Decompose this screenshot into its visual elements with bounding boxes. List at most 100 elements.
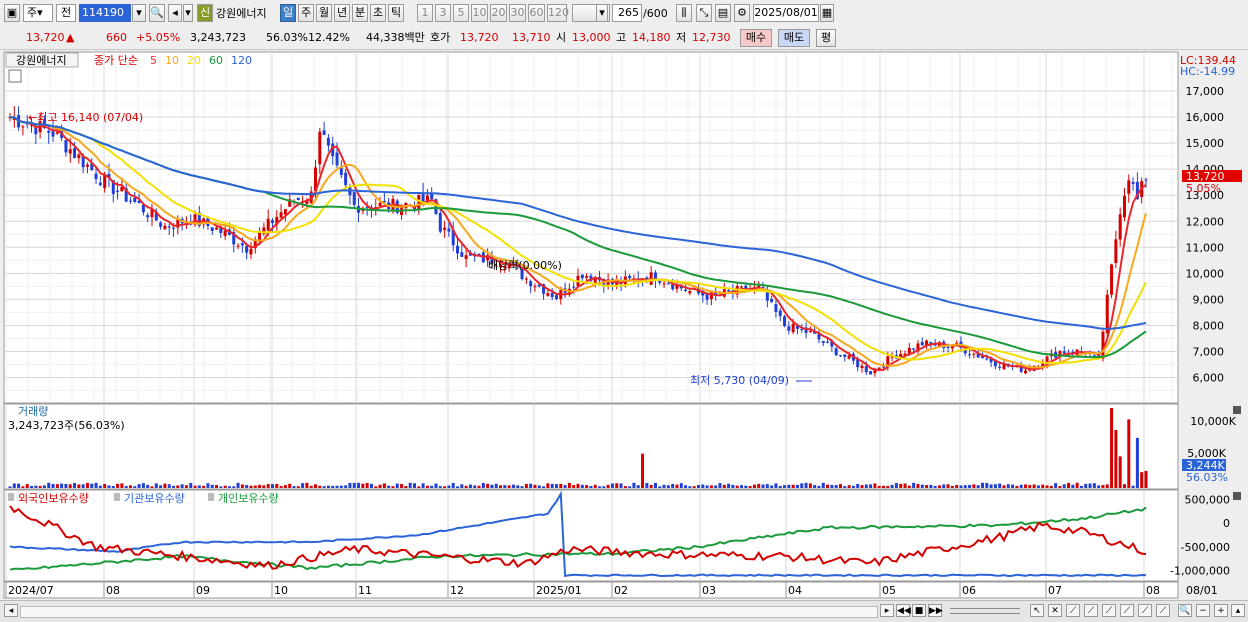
period-button-2[interactable]: 월	[316, 4, 332, 22]
tool-g-icon[interactable]: ⟋	[1156, 604, 1170, 617]
chart-type-icon[interactable]: ⫼	[676, 4, 692, 22]
scroll-left-icon[interactable]: ◂	[4, 604, 18, 617]
more-icon[interactable]: ▴	[1231, 604, 1245, 617]
interval-button-6[interactable]: 60	[528, 4, 545, 22]
blank-dropdown-icon[interactable]: ▾	[596, 4, 608, 22]
shin-badge[interactable]: 신	[197, 4, 213, 22]
gear-icon[interactable]: ⚙	[734, 4, 750, 22]
hoga-label: 호가	[430, 31, 451, 44]
interval-button-4[interactable]: 20	[490, 4, 507, 22]
sound-dropdown-icon[interactable]: ▾	[183, 4, 193, 22]
tool-c-icon[interactable]: ⟋	[1084, 604, 1098, 617]
volume-bar	[783, 485, 787, 488]
period-button-3[interactable]: 년	[334, 4, 350, 22]
volume-bar	[507, 485, 511, 488]
interval-button-1[interactable]: 3	[435, 4, 451, 22]
interval-button-3[interactable]: 10	[471, 4, 488, 22]
volume-bar	[1127, 419, 1131, 488]
open-price: 13,000	[572, 31, 611, 44]
volume-bar	[154, 483, 158, 488]
volume-bar	[567, 482, 571, 488]
volume-bar	[210, 484, 214, 488]
candle-body	[326, 137, 330, 146]
candle-body	[344, 172, 348, 186]
period-button-4[interactable]: 분	[352, 4, 368, 22]
scroll-right-icon[interactable]: ▸	[880, 604, 894, 617]
volume-bar	[843, 486, 847, 488]
sell-button[interactable]: 매도	[778, 29, 810, 47]
period-button-5[interactable]: 초	[370, 4, 386, 22]
calendar-icon[interactable]: ▦	[820, 4, 834, 22]
volume-axis-tick: 10,000K	[1190, 415, 1236, 428]
volume-bar	[800, 483, 804, 488]
date-input[interactable]: 2025/08/01	[753, 4, 819, 22]
code-dropdown-icon[interactable]: ▾	[132, 4, 146, 22]
candle-body	[1127, 180, 1131, 194]
interval-button-5[interactable]: 30	[509, 4, 526, 22]
volume-bar	[90, 483, 94, 488]
stock-code-input[interactable]: 114190	[79, 4, 131, 22]
cursor-icon[interactable]: ↖	[1030, 604, 1044, 617]
volume-bar	[662, 484, 666, 488]
buy-button[interactable]: 매수	[740, 29, 772, 47]
volume-bar	[903, 483, 907, 488]
volume-bar	[585, 485, 589, 488]
volume-value: 3,243,723	[190, 31, 246, 44]
candle-body	[778, 310, 782, 317]
volume-bar	[361, 483, 365, 488]
candle-body	[172, 227, 176, 229]
price-axis-tick: 15,000	[1186, 137, 1225, 150]
price-change-pct: +5.05%	[136, 31, 181, 44]
save-icon[interactable]: ▤	[715, 4, 731, 22]
volume-bar	[275, 483, 279, 488]
volume-bar	[60, 483, 64, 488]
volume-pane[interactable]	[3, 403, 1179, 490]
zoom-slider[interactable]	[950, 608, 1020, 614]
tool-f-icon[interactable]: ⟋	[1138, 604, 1152, 617]
period-select[interactable]: 주▾	[23, 4, 53, 22]
draw-tool-icon[interactable]: ⤡	[696, 4, 712, 22]
volume-bar	[576, 483, 580, 488]
scroll-track[interactable]	[20, 606, 878, 618]
volume-bar	[344, 485, 348, 488]
candle-body	[318, 131, 322, 165]
volume-bar	[610, 483, 614, 488]
volume-bar	[1049, 485, 1053, 488]
interval-button-2[interactable]: 5	[453, 4, 469, 22]
volume-bar	[826, 484, 830, 488]
tool-d-icon[interactable]: ⟋	[1102, 604, 1116, 617]
candle-body	[860, 365, 864, 368]
legend-ma-10: 10	[165, 54, 179, 67]
zoom-in-icon[interactable]: +	[1214, 604, 1228, 617]
volume-bar	[731, 484, 735, 488]
zoom-out-icon[interactable]: −	[1196, 604, 1210, 617]
period-button-6[interactable]: 틱	[388, 4, 404, 22]
sound-icon[interactable]: ◂	[168, 4, 182, 22]
stop-icon[interactable]: ■	[912, 604, 926, 617]
count-input[interactable]: 265	[612, 4, 642, 22]
search-icon[interactable]: 🔍	[149, 4, 165, 22]
eval-button[interactable]: 평	[816, 29, 836, 47]
volume-bar	[1006, 484, 1010, 488]
interval-button-7[interactable]: 120	[547, 4, 569, 22]
rewind-icon[interactable]: ◀◀	[896, 604, 911, 617]
period-button-1[interactable]: 주	[298, 4, 314, 22]
window-icon[interactable]: ▣	[4, 4, 20, 22]
forward-icon[interactable]: ▶▶	[928, 604, 943, 617]
chart-area[interactable]: 17,000 16,000 15,000 14,000 13,000 12,000 11,0…	[0, 50, 1248, 600]
candle-body	[774, 304, 778, 312]
tool-b-icon[interactable]: ⟋	[1066, 604, 1080, 617]
volume-bar	[524, 483, 528, 488]
price-pane[interactable]	[3, 51, 1179, 404]
interval-button-0[interactable]: 1	[417, 4, 433, 22]
candle-body	[628, 275, 632, 279]
stock-chart-svg[interactable]: 17,00016,00015,00014,00013,00012,00011,0…	[0, 50, 1248, 600]
volume-bar	[314, 484, 318, 488]
volume-bar	[748, 485, 752, 488]
zoom-icon[interactable]: 🔍	[1178, 604, 1192, 617]
volume-bar	[542, 486, 546, 488]
tool-e-icon[interactable]: ⟋	[1120, 604, 1134, 617]
tool-a-icon[interactable]: ✕	[1048, 604, 1062, 617]
prev-select[interactable]: 전	[56, 4, 76, 22]
period-button-0[interactable]: 일	[280, 4, 296, 22]
